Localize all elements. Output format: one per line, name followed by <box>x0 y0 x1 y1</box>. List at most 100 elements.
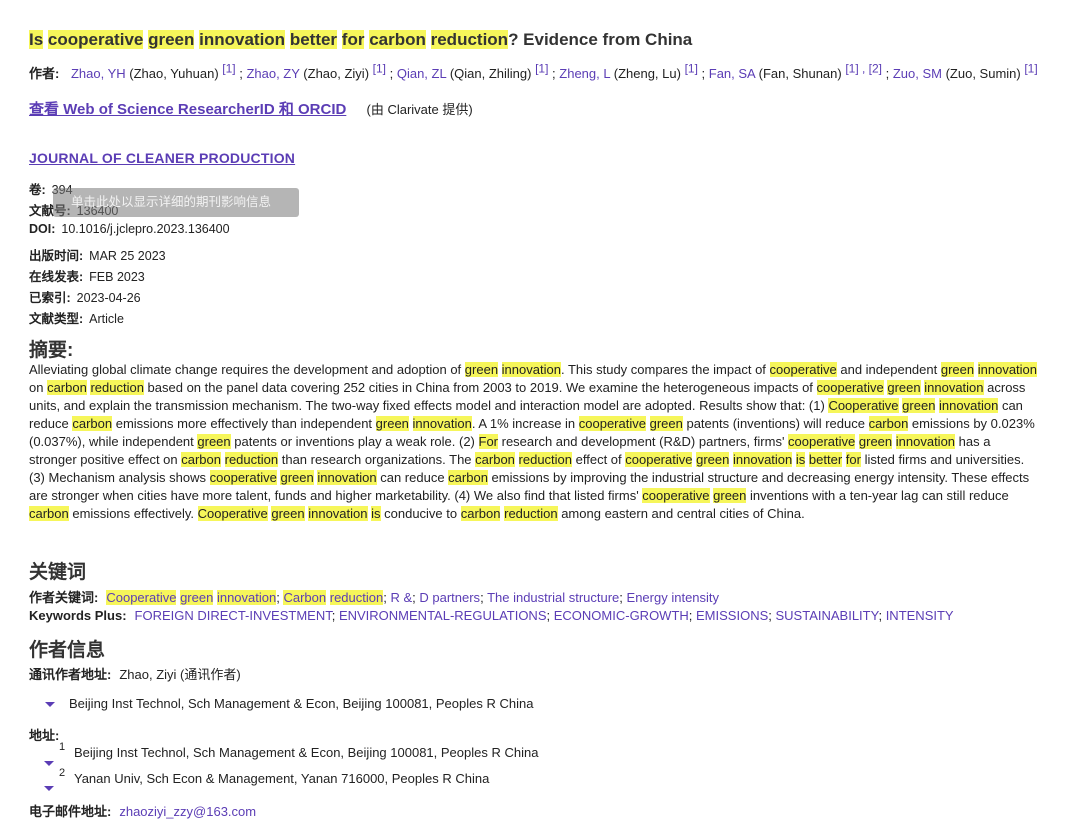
text-run: D partners <box>419 590 481 605</box>
meta-indexed: 已索引: 2023-04-26 <box>29 291 141 305</box>
email-line: 电子邮件地址: zhaoziyi_zzy@163.com <box>29 801 256 820</box>
highlighted-term: innovation <box>895 434 956 449</box>
highlighted-term: green <box>464 362 499 377</box>
authors-label: 作者: <box>29 66 60 82</box>
highlighted-term: cooperative <box>578 416 646 431</box>
highlighted-term: innovation <box>977 362 1038 377</box>
author-full-name: (Fan, Shunan) <box>755 66 846 82</box>
highlighted-term: carbon <box>47 380 87 395</box>
author-link[interactable]: Qian, ZL <box>397 66 446 81</box>
affiliation-ref-link[interactable]: [1] <box>535 62 548 76</box>
highlighted-term: is <box>795 452 806 467</box>
journal-name-link[interactable]: JOURNAL OF CLEANER PRODUCTION <box>29 150 295 166</box>
author-keyword-link[interactable]: Energy intensity <box>627 590 720 605</box>
author-keyword-link[interactable]: Cooperative green innovation <box>106 590 277 605</box>
author-full-name: (Zhao, Ziyi) <box>299 66 373 82</box>
highlighted-term: innovation <box>216 590 277 605</box>
email-label: 电子邮件地址: <box>29 804 112 819</box>
highlighted-term: innovation <box>501 362 561 377</box>
author-keywords-label: 作者关键词: <box>29 590 99 605</box>
journal-impact-tooltip: 单击此处以显示详细的期刊影响信息 <box>53 188 299 217</box>
keyword-separator: ; <box>480 590 488 605</box>
expand-caret-icon[interactable] <box>44 786 54 791</box>
text-run: conducive to <box>380 506 461 521</box>
researcher-id-link[interactable]: 查看 Web of Science ResearcherID 和 ORCID <box>29 101 346 118</box>
highlighted-term: green <box>858 434 893 449</box>
email-link[interactable]: zhaoziyi_zzy@163.com <box>119 804 256 819</box>
provider-note: (由 Clarivate 提供) <box>366 102 473 117</box>
highlighted-term: innovation <box>412 416 472 431</box>
keyword-plus-link[interactable]: EMISSIONS <box>696 608 768 623</box>
highlighted-term: innovation <box>732 452 793 467</box>
keyword-separator: ; <box>878 608 886 623</box>
text-run: among eastern and central cities of Chin… <box>557 506 805 521</box>
highlighted-term: green <box>280 470 314 485</box>
keyword-plus-link[interactable]: ECONOMIC-GROWTH <box>554 608 689 623</box>
highlighted-term: green <box>887 380 921 395</box>
title-highlighted-word: better <box>289 30 338 49</box>
author-link[interactable]: Zhao, YH <box>71 66 126 81</box>
author-link[interactable]: Zhao, ZY <box>246 66 299 81</box>
text-run: and independent <box>836 362 941 377</box>
author-link[interactable]: Zuo, SM <box>893 66 942 81</box>
title-rest: ? Evidence from China <box>508 30 693 49</box>
highlighted-term: reduction <box>504 506 558 521</box>
highlighted-term: carbon <box>29 506 69 521</box>
address-number: 2 <box>59 767 66 779</box>
keyword-plus-link[interactable]: FOREIGN DIRECT-INVESTMENT <box>135 608 332 623</box>
author-full-name: (Zheng, Lu) <box>610 66 685 82</box>
text-run: patents or inventions play a weak role. … <box>230 434 479 449</box>
author-keyword-link[interactable]: D partners <box>419 590 480 605</box>
expand-caret-icon[interactable] <box>44 761 54 766</box>
author-keyword-link[interactable]: R & <box>390 590 412 605</box>
affiliation-ref-link[interactable]: [1] <box>685 62 698 76</box>
text-run: patents (inventions) will reduce <box>682 416 869 431</box>
affiliation-ref-link[interactable]: [1] , [2] <box>845 62 882 76</box>
keyword-plus-link[interactable]: SUSTAINABILITY <box>776 608 879 623</box>
keyword-plus-link[interactable]: ENVIRONMENTAL-REGULATIONS <box>339 608 547 623</box>
highlighted-term: carbon <box>181 452 221 467</box>
highlighted-term: Carbon <box>283 590 327 605</box>
affiliation-ref-link[interactable]: [1] <box>222 62 235 76</box>
author-keyword-link[interactable]: Carbon reduction <box>283 590 384 605</box>
expand-caret-icon[interactable] <box>45 702 55 708</box>
highlighted-term: cooperative <box>642 488 710 503</box>
author-link[interactable]: Zheng, L <box>559 66 610 81</box>
highlighted-term: Cooperative <box>828 398 899 413</box>
meta-doi: DOI: 10.1016/j.jclepro.2023.136400 <box>29 222 230 236</box>
text-run: emissions effectively. <box>68 506 198 521</box>
affiliation-ref-link[interactable]: [1] <box>373 62 386 76</box>
highlighted-term: carbon <box>72 416 113 431</box>
authors-line: 作者: Zhao, YH (Zhao, Yuhuan) [1] ; Zhao, … <box>29 62 1038 82</box>
author-separator: ; <box>548 66 560 82</box>
highlighted-term: carbon <box>868 416 909 431</box>
text-run: can reduce <box>376 470 449 485</box>
author-separator: ; <box>386 66 397 82</box>
article-title: Is cooperative green innovation better f… <box>29 30 692 50</box>
highlighted-term: green <box>649 416 683 431</box>
highlighted-term: innovation <box>924 380 984 395</box>
author-separator: ; <box>697 66 709 82</box>
highlighted-term: cooperative <box>625 452 693 467</box>
author-keyword-link[interactable]: The industrial structure <box>487 590 619 605</box>
keywords-plus-list: FOREIGN DIRECT-INVESTMENT; ENVIRONMENTAL… <box>135 608 954 623</box>
title-highlighted-word: Is <box>29 30 44 49</box>
author-keywords-list: Cooperative green innovation; Carbon red… <box>106 590 719 605</box>
author-link[interactable]: Fan, SA <box>709 66 755 81</box>
address-1: Beijing Inst Technol, Sch Management & E… <box>74 745 539 760</box>
researcher-id-line: 查看 Web of Science ResearcherID 和 ORCID (… <box>29 98 473 119</box>
corresponding-address-row[interactable]: Beijing Inst Technol, Sch Management & E… <box>45 696 533 711</box>
highlighted-term: green <box>902 398 936 413</box>
author-separator: ; <box>235 66 247 82</box>
text-run: Energy intensity <box>626 590 720 605</box>
highlighted-term: cooperative <box>769 362 837 377</box>
highlighted-term: For <box>478 434 498 449</box>
keyword-plus-link[interactable]: INTENSITY <box>886 608 954 623</box>
text-run: . This study compares the impact of <box>560 362 770 377</box>
author-full-name: (Zuo, Sumin) <box>941 66 1025 82</box>
highlighted-term: innovation <box>939 398 999 413</box>
corresponding-name: Zhao, Ziyi (通讯作者) <box>119 667 241 682</box>
affiliation-ref-link[interactable]: [1] <box>1024 62 1037 76</box>
highlighted-term: carbon <box>448 470 488 485</box>
meta-published: 出版时间: MAR 25 2023 <box>29 249 166 263</box>
